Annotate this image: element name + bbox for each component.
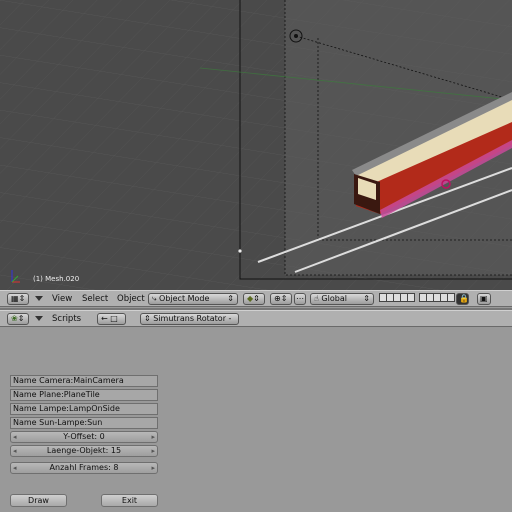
- increment-icon[interactable]: ▸: [151, 463, 155, 473]
- draw-type-select[interactable]: ◆⇕: [243, 293, 265, 305]
- object-info-label: (1) Mesh.020: [33, 275, 80, 283]
- object-mode-icon: ⤷: [152, 294, 157, 303]
- menu-object[interactable]: Object: [117, 294, 145, 305]
- updown-icon: ⇕: [227, 294, 234, 303]
- anzahl-frames-number[interactable]: ◂ Anzahl Frames: 8 ▸: [10, 462, 158, 474]
- script-panel: Name Camera:MainCamera Name Plane:PlaneT…: [0, 327, 512, 512]
- collapse-menu-icon[interactable]: [35, 296, 43, 301]
- laenge-objekt-number[interactable]: ◂ Laenge-Objekt: 15 ▸: [10, 445, 158, 457]
- return-button[interactable]: ← □: [97, 313, 126, 325]
- editor-type-button[interactable]: ▦⇕: [7, 293, 29, 305]
- y-offset-number[interactable]: ◂ Y-Offset: 0 ▸: [10, 431, 158, 443]
- layer-buttons-left[interactable]: [379, 293, 415, 303]
- script-window-header: ❀⇕ Scripts ← □ ⇕ Simutrans Rotator -: [0, 310, 512, 327]
- lamp-name-field[interactable]: Name Lampe:LampOnSide: [10, 403, 158, 415]
- 3d-view-header: ▦⇕ View Select Object ⤷ Object Mode ⇕ ◆⇕…: [0, 290, 512, 307]
- hand-icon: ☝: [314, 294, 319, 303]
- menu-scripts[interactable]: Scripts: [52, 314, 81, 325]
- render-icon[interactable]: ▣: [477, 293, 491, 305]
- snap-toggle[interactable]: ⋯: [294, 293, 306, 305]
- decrement-icon[interactable]: ◂: [13, 446, 17, 456]
- collapse-menu-icon[interactable]: [35, 316, 43, 321]
- script-editor-type-button[interactable]: ❀⇕: [7, 313, 29, 325]
- solid-sphere-icon: ◆: [247, 294, 254, 303]
- decrement-icon[interactable]: ◂: [13, 432, 17, 442]
- increment-icon[interactable]: ▸: [151, 446, 155, 456]
- viewport-scene: [0, 0, 512, 290]
- increment-icon[interactable]: ▸: [151, 432, 155, 442]
- draw-button[interactable]: Draw: [10, 494, 67, 507]
- layer-buttons-right[interactable]: [419, 293, 455, 303]
- updown-icon: ⇕: [144, 314, 151, 323]
- lock-icon[interactable]: 🔒: [456, 293, 469, 305]
- square-icon: □: [110, 314, 118, 323]
- arrow-left-icon: ←: [101, 314, 108, 323]
- snake-icon: ❀: [11, 314, 18, 323]
- exit-button[interactable]: Exit: [101, 494, 158, 507]
- decrement-icon[interactable]: ◂: [13, 463, 17, 473]
- script-select[interactable]: ⇕ Simutrans Rotator -: [140, 313, 239, 325]
- dots-icon: ⋯: [296, 294, 304, 303]
- pivot-select[interactable]: ⊕⇕: [270, 293, 292, 305]
- menu-select[interactable]: Select: [82, 294, 108, 305]
- pivot-icon: ⊕: [274, 294, 281, 303]
- updown-icon: ⇕: [363, 294, 370, 303]
- 3d-viewport[interactable]: (1) Mesh.020: [0, 0, 512, 290]
- sun-lamp-name-field[interactable]: Name Sun-Lampe:Sun: [10, 417, 158, 429]
- orientation-select[interactable]: ☝ Global ⇕: [310, 293, 374, 305]
- grid-icon: ▦: [11, 294, 19, 303]
- plane-name-field[interactable]: Name Plane:PlaneTile: [10, 389, 158, 401]
- mode-select[interactable]: ⤷ Object Mode ⇕: [148, 293, 238, 305]
- camera-name-field[interactable]: Name Camera:MainCamera: [10, 375, 158, 387]
- menu-view[interactable]: View: [52, 294, 72, 305]
